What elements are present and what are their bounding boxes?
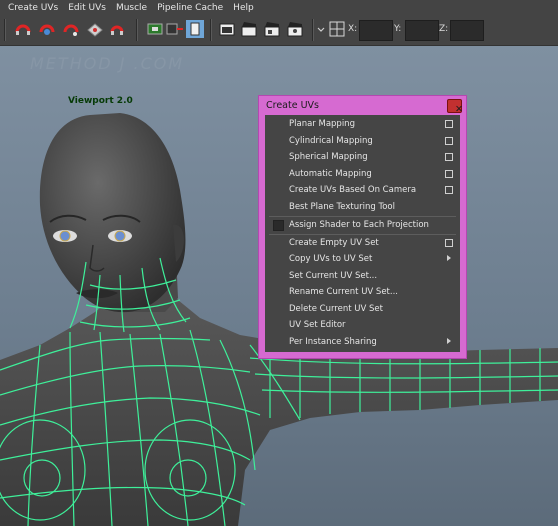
option-box-icon[interactable] — [445, 169, 453, 178]
menu-item-rename-uv-set[interactable]: Rename Current UV Set... — [265, 284, 460, 300]
menu-item-label: Rename Current UV Set... — [289, 287, 398, 297]
construction-history-icon[interactable] — [186, 20, 204, 38]
snap-point-icon[interactable] — [62, 20, 80, 38]
z-field[interactable] — [450, 20, 484, 41]
toolbar-separator — [210, 19, 212, 41]
render-clapper-icon[interactable] — [240, 20, 258, 38]
snap-grid-icon[interactable] — [14, 20, 32, 38]
close-icon: ✕ — [455, 104, 463, 115]
menu-item-best-plane-texturing[interactable]: Best Plane Texturing Tool — [265, 199, 460, 215]
menu-title-bar[interactable]: Create UVs ✕ — [259, 96, 466, 115]
snap-view-plane-icon[interactable] — [86, 20, 104, 38]
menu-item-label: Spherical Mapping — [289, 152, 368, 162]
transform-input-icon[interactable] — [328, 20, 346, 38]
status-toolbar: X: Y: Z: — [0, 15, 558, 46]
z-label: Z: — [439, 24, 449, 34]
submenu-arrow-icon — [447, 337, 451, 344]
menu-item-copy-uvs[interactable]: Copy UVs to UV Set — [265, 251, 460, 267]
snap-curve-icon[interactable] — [38, 20, 56, 38]
menu-items-panel: Planar Mapping Cylindrical Mapping Spher… — [265, 115, 460, 352]
menu-item-label: UV Set Editor — [289, 320, 346, 330]
chevron-down-icon[interactable] — [316, 20, 326, 38]
menu-item-per-instance-sharing[interactable]: Per Instance Sharing — [265, 334, 460, 350]
menu-muscle[interactable]: Muscle — [116, 3, 147, 13]
menu-item-label: Planar Mapping — [289, 119, 355, 129]
menu-item-label: Delete Current UV Set — [289, 303, 383, 314]
menu-item-label: Best Plane Texturing Tool — [289, 202, 395, 212]
menu-item-planar-mapping[interactable]: Planar Mapping — [265, 116, 460, 132]
menu-item-label: Assign Shader to Each Projection — [289, 220, 429, 230]
checkbox[interactable] — [273, 220, 284, 231]
output-ops-icon[interactable] — [166, 20, 184, 38]
menu-edit-uvs[interactable]: Edit UVs — [68, 3, 106, 13]
menu-item-create-uvs-camera[interactable]: Create UVs Based On Camera — [265, 182, 460, 198]
menu-item-label: Create UVs Based On Camera — [289, 185, 417, 195]
main-menu-bar: Create UVs Edit UVs Muscle Pipeline Cach… — [0, 0, 558, 15]
menu-title: Create UVs — [266, 100, 319, 111]
menu-item-label: Copy UVs to UV Set — [289, 254, 373, 264]
option-box-icon[interactable] — [445, 186, 453, 194]
left-iris — [59, 230, 71, 242]
render-settings-icon[interactable] — [286, 20, 304, 38]
toolbar-separator — [312, 19, 314, 41]
option-box-icon[interactable] — [445, 136, 453, 145]
y-label: Y: — [394, 24, 402, 34]
toolbar-separator — [136, 19, 138, 41]
toolbar-separator — [4, 19, 6, 41]
menu-item-assign-shader[interactable]: Assign Shader to Each Projection — [265, 217, 460, 233]
option-box-icon[interactable] — [445, 153, 453, 161]
create-uvs-menu-window: Create UVs ✕ Planar Mapping Cylindrical … — [258, 95, 467, 359]
menu-item-label: Automatic Mapping — [289, 168, 372, 179]
menu-item-set-current-uv-set[interactable]: Set Current UV Set... — [265, 268, 460, 284]
menu-create-uvs[interactable]: Create UVs — [8, 3, 58, 13]
menu-item-spherical-mapping[interactable]: Spherical Mapping — [265, 149, 460, 165]
render-view-icon[interactable] — [218, 20, 236, 38]
close-button[interactable]: ✕ — [447, 99, 463, 115]
snap-live-icon[interactable] — [108, 20, 126, 38]
head-mesh — [39, 113, 186, 313]
input-ops-icon[interactable] — [146, 20, 164, 38]
menu-item-label: Per Instance Sharing — [289, 336, 377, 347]
ipr-render-icon[interactable] — [263, 20, 281, 38]
y-field[interactable] — [405, 20, 439, 41]
menu-help[interactable]: Help — [233, 3, 254, 13]
submenu-arrow-icon — [447, 255, 451, 261]
option-box-icon[interactable] — [445, 120, 453, 128]
menu-item-label: Set Current UV Set... — [289, 270, 378, 281]
menu-item-label: Create Empty UV Set — [289, 237, 379, 248]
menu-item-uv-set-editor[interactable]: UV Set Editor — [265, 317, 460, 333]
right-iris — [114, 230, 126, 242]
x-label: X: — [348, 24, 358, 34]
viewport-renderer-label: Viewport 2.0 — [68, 96, 133, 106]
menu-item-cylindrical-mapping[interactable]: Cylindrical Mapping — [265, 133, 460, 149]
menu-item-delete-uv-set[interactable]: Delete Current UV Set — [265, 301, 460, 317]
menu-item-create-empty-uv-set[interactable]: Create Empty UV Set — [265, 235, 460, 251]
menu-item-label: Cylindrical Mapping — [289, 135, 373, 146]
x-field[interactable] — [359, 20, 393, 41]
option-box-icon[interactable] — [445, 238, 453, 247]
menu-item-automatic-mapping[interactable]: Automatic Mapping — [265, 166, 460, 182]
menu-pipeline-cache[interactable]: Pipeline Cache — [157, 3, 223, 13]
